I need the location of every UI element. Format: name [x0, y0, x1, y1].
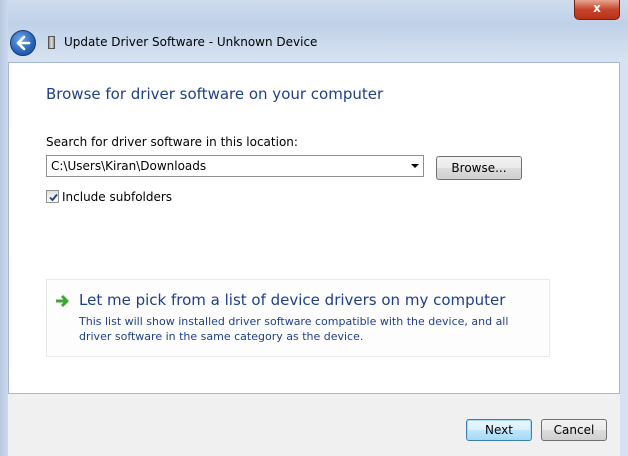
back-button[interactable] — [10, 30, 36, 56]
cancel-button[interactable]: Cancel — [541, 419, 607, 441]
title-bar: Update Driver Software - Unknown Device — [8, 26, 620, 60]
search-location-value: C:\Users\Kiran\Downloads — [51, 159, 207, 173]
close-icon: x — [593, 1, 601, 15]
window-frame-left — [0, 0, 8, 456]
search-location-combobox[interactable]: C:\Users\Kiran\Downloads — [46, 155, 424, 177]
device-icon — [48, 36, 55, 49]
pick-from-list-title[interactable]: Let me pick from a list of device driver… — [79, 291, 505, 309]
page-heading: Browse for driver software on your compu… — [46, 85, 384, 103]
chevron-down-icon[interactable] — [411, 164, 419, 168]
include-subfolders-checkbox[interactable] — [46, 190, 59, 203]
content-pane: Browse for driver software on your compu… — [8, 62, 620, 394]
pick-from-list-description: This list will show installed driver sof… — [79, 315, 509, 343]
window-title: Update Driver Software - Unknown Device — [64, 35, 318, 49]
browse-button[interactable]: Browse... — [436, 156, 522, 180]
next-button[interactable]: Next — [466, 419, 532, 441]
button-bar: Next Cancel — [8, 394, 620, 456]
close-button[interactable]: x — [574, 0, 620, 20]
green-arrow-icon — [56, 294, 69, 308]
checkmark-icon — [49, 193, 58, 202]
pick-from-list-link[interactable]: Let me pick from a list of device driver… — [46, 279, 550, 357]
back-arrow-icon — [16, 35, 31, 51]
include-subfolders-label: Include subfolders — [62, 190, 173, 204]
search-location-label: Search for driver software in this locat… — [46, 135, 298, 149]
